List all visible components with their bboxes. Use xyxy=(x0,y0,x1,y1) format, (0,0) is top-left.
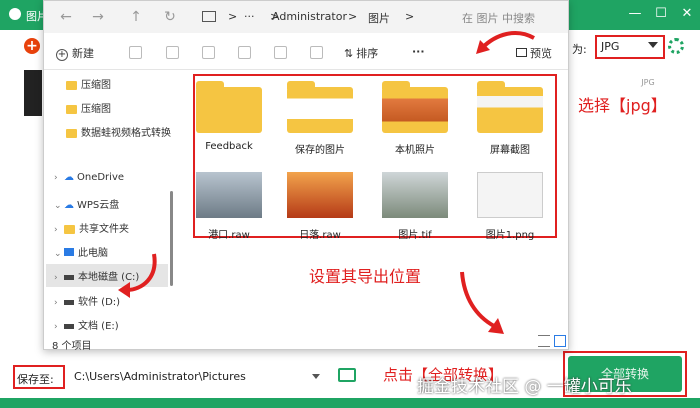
plus-icon: + xyxy=(56,49,68,61)
folder-icon xyxy=(66,128,77,138)
path-dropdown-icon[interactable] xyxy=(312,374,320,379)
app-logo-icon xyxy=(6,5,24,23)
format-value: JPG xyxy=(601,40,620,53)
chevron-right-icon: › xyxy=(54,273,58,283)
cloud-icon: ☁ xyxy=(64,172,74,183)
folder-icon xyxy=(287,81,353,133)
breadcrumb-separator: > xyxy=(228,10,238,23)
sort-icon: ⇅ xyxy=(344,47,354,60)
chevron-right-icon: › xyxy=(54,322,58,332)
new-button-label: 新建 xyxy=(72,47,94,60)
tree-item-folder[interactable]: 压缩图 xyxy=(66,100,111,115)
drive-icon xyxy=(64,299,74,305)
details-view-icon[interactable] xyxy=(538,335,550,347)
tree-item-drive-d[interactable]: › 软件 (D:) xyxy=(54,293,120,308)
image-thumbnail xyxy=(196,172,262,218)
arrow-to-convert-icon xyxy=(460,271,504,334)
chevron-down-icon: ⌄ xyxy=(54,201,62,211)
drive-icon xyxy=(64,323,74,329)
sort-button[interactable]: ⇅ 排序 xyxy=(344,45,378,61)
file-tile[interactable]: 港口.raw xyxy=(189,172,269,241)
delete-icon[interactable] xyxy=(310,46,323,59)
tree-item-wps[interactable]: ⌄ ☁ WPS云盘 xyxy=(54,196,119,211)
up-icon[interactable]: ↑ xyxy=(128,9,144,25)
tree-item-folder[interactable]: 数据蛙视频格式转换 xyxy=(66,124,171,139)
view-toggle xyxy=(538,335,566,348)
chevron-down-icon: ⌄ xyxy=(54,249,62,259)
add-file-icon[interactable]: + xyxy=(24,38,40,54)
tree-item-drive-e[interactable]: › 文档 (E:) xyxy=(54,317,119,332)
file-tile[interactable]: Feedback xyxy=(189,81,269,152)
file-tile[interactable]: 图片.tif xyxy=(375,172,455,241)
app-bottom-strip xyxy=(0,398,700,408)
maximize-icon[interactable]: ☐ xyxy=(652,5,670,23)
image-thumbnail xyxy=(382,172,448,218)
folder-icon xyxy=(477,81,543,133)
back-icon[interactable]: ← xyxy=(58,9,74,25)
gear-icon[interactable] xyxy=(668,38,684,54)
caret-down-icon xyxy=(648,42,658,48)
folder-icon xyxy=(66,80,77,90)
tree-item-this-pc[interactable]: ⌄ 此电脑 xyxy=(54,244,108,259)
new-button[interactable]: + 新建 xyxy=(56,45,94,61)
annotation-select-jpg: 选择【jpg】 xyxy=(578,96,667,115)
more-options-button[interactable]: ··· xyxy=(412,45,425,58)
image-thumbnail xyxy=(477,172,543,218)
file-thumbnail[interactable] xyxy=(24,70,42,116)
chevron-right-icon: › xyxy=(54,225,58,235)
open-folder-icon[interactable] xyxy=(338,368,356,382)
sort-label: 排序 xyxy=(356,47,379,60)
file-tile[interactable]: 屏幕截图 xyxy=(470,81,550,156)
tiles-view-icon[interactable] xyxy=(554,335,566,347)
file-tile[interactable]: 保存的图片 xyxy=(280,81,360,156)
watermark: 掘金技术社区 @ 一罐小可乐 xyxy=(417,377,632,397)
rename-icon[interactable] xyxy=(238,46,251,59)
cut-icon[interactable] xyxy=(129,46,142,59)
monitor-icon xyxy=(202,11,216,22)
save-to-label: 保存至: xyxy=(13,365,65,389)
forward-icon[interactable]: → xyxy=(90,9,106,25)
breadcrumb-more[interactable]: ··· xyxy=(244,10,255,23)
output-format-select[interactable]: JPG xyxy=(595,35,665,59)
chevron-right-icon: › xyxy=(54,298,58,308)
copy-icon[interactable] xyxy=(166,46,179,59)
close-icon[interactable]: ✕ xyxy=(678,5,696,23)
tree-item-shared[interactable]: › 共享文件夹 xyxy=(54,220,129,235)
folder-icon xyxy=(196,81,262,133)
refresh-icon[interactable]: ↻ xyxy=(162,9,178,25)
cloud-icon: ☁ xyxy=(64,200,74,211)
share-icon[interactable] xyxy=(274,46,287,59)
paste-icon[interactable] xyxy=(202,46,215,59)
breadcrumb-administrator[interactable]: Administrator xyxy=(272,10,347,23)
annotation-set-path: 设置其导出位置 xyxy=(309,267,422,286)
image-thumbnail xyxy=(287,172,353,218)
search-input[interactable]: 在 图片 中搜索 xyxy=(458,5,566,29)
folder-icon xyxy=(64,224,75,234)
folder-icon xyxy=(382,81,448,133)
arrow-to-format-icon xyxy=(476,31,535,54)
file-tile[interactable]: 本机照片 xyxy=(375,81,455,156)
tree-item-onedrive[interactable]: › ☁ OneDrive xyxy=(54,172,124,183)
folder-icon xyxy=(66,104,77,114)
computer-icon xyxy=(64,248,74,256)
format-label: 为: xyxy=(572,43,587,56)
breadcrumb-pictures[interactable]: 图片 xyxy=(368,10,390,26)
save-path-field[interactable]: C:\Users\Administrator\Pictures xyxy=(74,368,330,386)
file-tile[interactable]: 日落.raw xyxy=(280,172,360,241)
item-count: 8 个项目 xyxy=(52,341,92,352)
chevron-right-icon: › xyxy=(54,173,58,183)
drive-icon xyxy=(64,274,74,280)
minimize-icon[interactable]: — xyxy=(626,5,644,23)
breadcrumb-separator: > xyxy=(405,10,415,23)
tree-scrollbar[interactable] xyxy=(170,191,173,286)
arrow-to-drive-icon xyxy=(118,253,157,298)
file-tile[interactable]: 图片1.png xyxy=(470,172,550,241)
tree-item-folder[interactable]: 压缩图 xyxy=(66,76,111,91)
breadcrumb-separator: > xyxy=(348,10,358,23)
